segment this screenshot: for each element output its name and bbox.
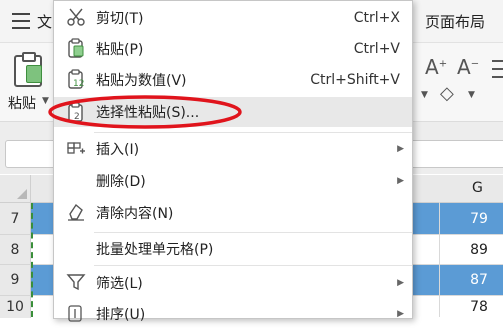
menu-item-paste[interactable]: 粘贴(P) Ctrl+V bbox=[54, 33, 412, 64]
dropdown-arrow-icon[interactable]: ▼ bbox=[421, 90, 428, 100]
column-header-g[interactable]: G bbox=[472, 180, 483, 196]
formula-input[interactable] bbox=[408, 140, 503, 168]
menu-item-label: 批量处理单元格(P) bbox=[96, 241, 214, 258]
eraser-icon bbox=[68, 203, 84, 221]
font-grow-icon[interactable]: A+ bbox=[425, 55, 447, 79]
submenu-arrow-icon: ▶ bbox=[397, 175, 404, 186]
submenu-arrow-icon: ▶ bbox=[397, 277, 404, 288]
cell-value[interactable]: 87 bbox=[451, 265, 503, 295]
clipboard-large-icon bbox=[14, 52, 42, 87]
row-header[interactable]: 7 bbox=[0, 203, 31, 235]
menu-item-label: 粘贴(P) bbox=[96, 41, 144, 58]
menu-item-batch-process[interactable]: 批量处理单元格(P) bbox=[54, 233, 412, 264]
sort-icon bbox=[68, 305, 82, 322]
paste-label: 粘贴 bbox=[8, 96, 36, 112]
menu-item-shortcut: Ctrl+X bbox=[353, 9, 400, 26]
filter-icon bbox=[66, 274, 86, 291]
menu-divider bbox=[94, 265, 412, 266]
submenu-arrow-icon: ▶ bbox=[397, 143, 404, 154]
row-header[interactable]: 10 bbox=[0, 296, 31, 318]
insert-icon bbox=[67, 142, 85, 154]
submenu-arrow-icon: ▶ bbox=[397, 308, 404, 319]
menu-item-label: 粘贴为数值(V) bbox=[96, 72, 187, 89]
chevron-down-icon[interactable]: ▼ bbox=[468, 90, 475, 100]
highlight-annotation-ellipse bbox=[48, 95, 242, 129]
font-shrink-icon[interactable]: A− bbox=[457, 55, 479, 79]
file-menu-label[interactable]: 文 bbox=[37, 11, 52, 32]
paste-button[interactable]: 粘贴 ▼ bbox=[4, 52, 49, 115]
context-menu: 剪切(T) Ctrl+X 粘贴(P) Ctrl+V 12 粘贴为数值(V) Ct… bbox=[53, 0, 413, 323]
select-all-corner[interactable] bbox=[0, 175, 31, 202]
column-divider bbox=[439, 202, 440, 317]
paste-values-icon: 12 bbox=[68, 69, 84, 89]
clipboard-icon bbox=[68, 38, 84, 58]
menu-item-label: 插入(I) bbox=[96, 141, 140, 158]
hamburger-menu-icon[interactable] bbox=[12, 12, 30, 29]
menu-item-label: 排序(U) bbox=[96, 306, 146, 323]
align-icon[interactable] bbox=[492, 58, 503, 86]
row-header[interactable]: 9 bbox=[0, 265, 31, 296]
cell-value[interactable]: 79 bbox=[451, 203, 503, 234]
menu-item-shortcut: Ctrl+Shift+V bbox=[310, 71, 400, 88]
scissors-icon bbox=[67, 8, 85, 26]
menu-item-delete[interactable]: 删除(D) ▶ bbox=[54, 165, 412, 196]
svg-text:12: 12 bbox=[73, 79, 84, 89]
menu-item-shortcut: Ctrl+V bbox=[353, 40, 400, 57]
row-header[interactable]: 8 bbox=[0, 235, 31, 265]
menu-item-insert[interactable]: 插入(I) ▶ bbox=[54, 133, 412, 164]
menu-item-label: 删除(D) bbox=[96, 173, 146, 190]
menu-item-clear-contents[interactable]: 清除内容(N) bbox=[54, 197, 412, 228]
menu-item-label: 筛选(L) bbox=[96, 275, 143, 292]
copy-marquee bbox=[31, 203, 33, 317]
cell-value[interactable]: 78 bbox=[451, 296, 503, 318]
eraser-ribbon-icon[interactable]: ◇ bbox=[440, 83, 454, 104]
cell-value[interactable]: 89 bbox=[451, 235, 503, 264]
menu-item-filter[interactable]: 筛选(L) ▶ bbox=[54, 267, 412, 298]
tab-page-layout[interactable]: 页面布局 bbox=[425, 11, 485, 32]
menu-item-label: 剪切(T) bbox=[96, 10, 144, 27]
menu-item-sort[interactable]: 排序(U) ▶ bbox=[54, 298, 412, 329]
menu-item-cut[interactable]: 剪切(T) Ctrl+X bbox=[54, 2, 412, 33]
menu-item-label: 清除内容(N) bbox=[96, 205, 174, 222]
